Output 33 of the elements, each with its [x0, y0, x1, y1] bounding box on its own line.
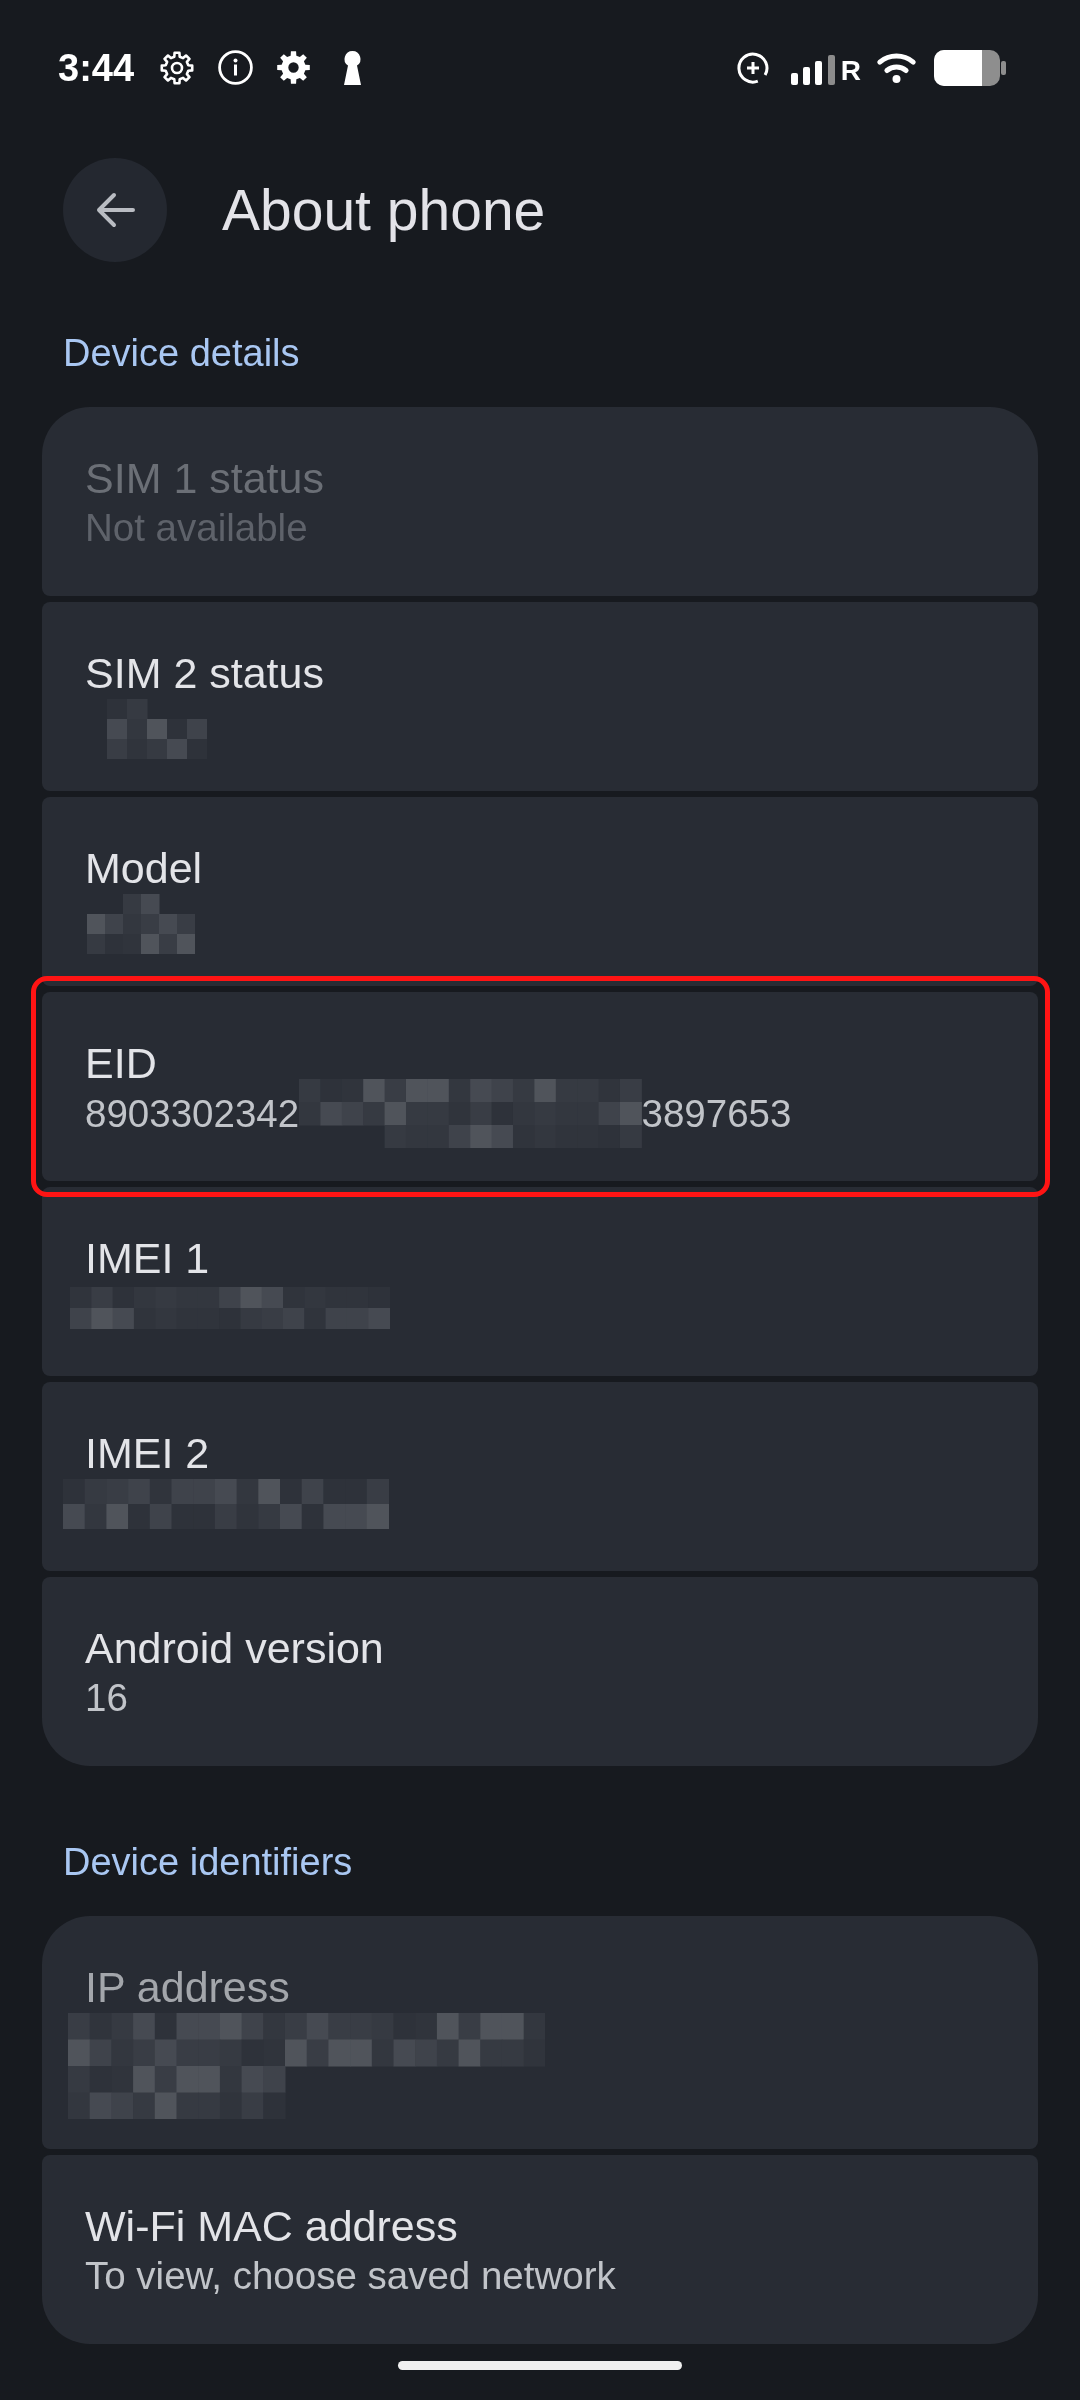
- list-item[interactable]: EID 8903302342 3897653: [42, 992, 1038, 1181]
- gear-outline-icon: [160, 50, 195, 85]
- page-title: About phone: [222, 177, 546, 244]
- item-value: 8903302342: [85, 1090, 300, 1137]
- list-item[interactable]: Wi-Fi MAC address To view, choose saved network: [42, 2155, 1038, 2344]
- item-title: SIM 2 status: [85, 648, 324, 699]
- gear-icon: [277, 51, 311, 84]
- item-title: Model: [85, 843, 203, 894]
- circle-plus-icon: [736, 51, 769, 84]
- item-value: 16: [85, 1675, 128, 1721]
- list-item[interactable]: Android version 16: [42, 1577, 1038, 1766]
- signal-icon: [790, 54, 838, 85]
- status-time: 3:44: [58, 45, 135, 90]
- item-title: Wi-Fi MAC address: [85, 2201, 458, 2252]
- item-title: SIM 1 status: [85, 453, 324, 504]
- list-item[interactable]: Model: [42, 797, 1038, 986]
- item-value: To view, choose saved network: [85, 2253, 616, 2299]
- battery-icon: [934, 49, 1006, 86]
- section-heading: Device identifiers: [63, 1840, 353, 1885]
- list-item[interactable]: SIM 2 status: [42, 602, 1038, 791]
- roaming-indicator: R: [840, 54, 861, 87]
- item-title: IMEI 2: [85, 1428, 210, 1479]
- list-item[interactable]: IMEI 2: [42, 1382, 1038, 1571]
- section-heading: Device details: [63, 331, 300, 376]
- list-item[interactable]: IP address: [42, 1916, 1038, 2149]
- item-title: IP address: [85, 1962, 290, 2013]
- item-value: 3897653: [641, 1090, 792, 1137]
- keyhole-icon: [342, 50, 364, 85]
- info-icon: [218, 50, 254, 85]
- item-title: EID: [85, 1038, 157, 1089]
- item-title: IMEI 1: [85, 1233, 210, 1284]
- item-title: Android version: [85, 1623, 384, 1674]
- list-item[interactable]: IMEI 1: [42, 1187, 1038, 1376]
